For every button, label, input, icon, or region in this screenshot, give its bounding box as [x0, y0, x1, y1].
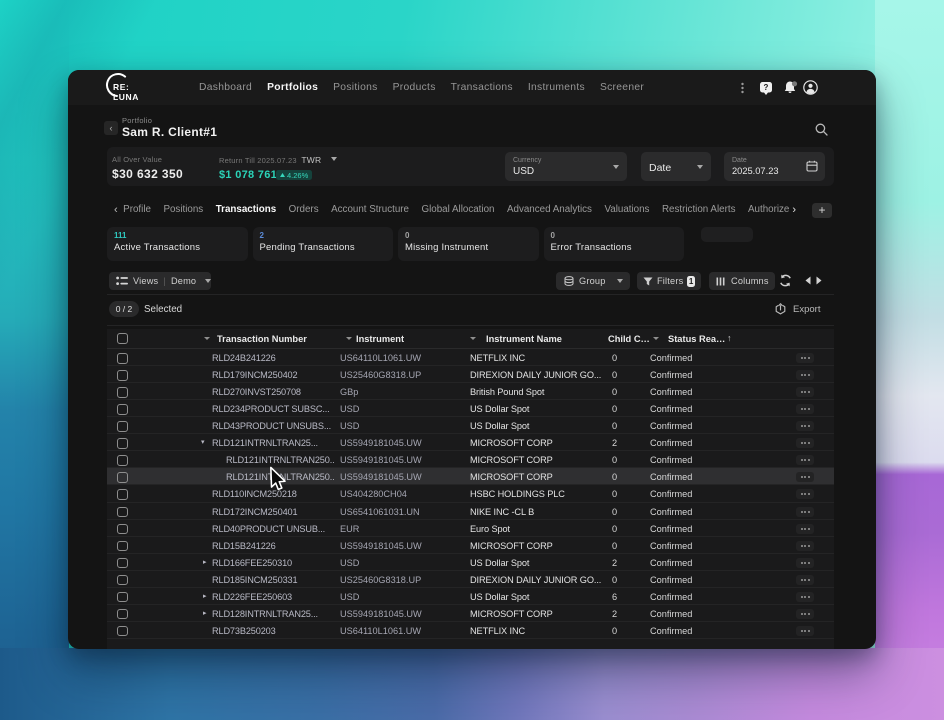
svg-text:?: ?	[764, 83, 769, 92]
